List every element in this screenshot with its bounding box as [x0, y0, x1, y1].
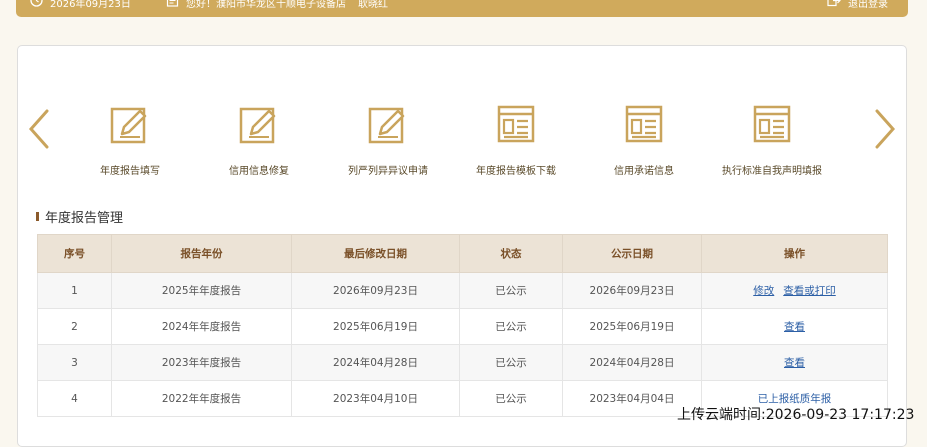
- edit-form-icon: [110, 107, 147, 144]
- column-header: 操作: [701, 234, 888, 273]
- top-bar: 2026年09月23日 您好！濮阳市华龙区千顺电子设备店 耿晓红 退出登录: [16, 0, 908, 17]
- last-modified-date: 2026年09月23日: [291, 272, 460, 309]
- view-link[interactable]: 查看: [784, 321, 805, 333]
- table-row: 2 2024年年度报告 2025年06月19日 已公示 2025年06月19日 …: [37, 308, 888, 345]
- top-bar-date: 2026年09月23日: [30, 0, 131, 10]
- quick-link-label: 年度报告填写: [100, 166, 160, 177]
- section-title-text: 年度报告管理: [45, 211, 124, 226]
- view-print-link[interactable]: 查看或打印: [783, 285, 836, 297]
- publish-date: 2026年09月23日: [562, 272, 702, 309]
- report-year: 2023年年度报告: [111, 344, 292, 381]
- document-icon: [166, 0, 179, 10]
- column-header: 最后修改日期: [291, 234, 460, 273]
- report-year: 2022年年度报告: [111, 380, 292, 417]
- last-modified-date: 2025年06月19日: [291, 308, 460, 345]
- logout-label: 退出登录: [848, 0, 888, 10]
- publish-date: 2024年04月28日: [562, 344, 702, 381]
- quick-link-objection-application[interactable]: 列严列异异议申请: [324, 103, 452, 177]
- last-modified-date: 2024年04月28日: [291, 344, 460, 381]
- carousel-prev-button[interactable]: [23, 106, 53, 152]
- upload-timestamp: 上传云端时间:2026-09-23 17:17:23: [677, 407, 915, 423]
- logout-icon: [827, 0, 841, 10]
- clock-icon: [30, 0, 43, 10]
- current-date: 2026年09月23日: [50, 0, 131, 10]
- status: 已公示: [459, 380, 563, 417]
- top-bar-greeting: 您好！濮阳市华龙区千顺电子设备店 耿晓红: [166, 0, 388, 10]
- table-header-row: 序号 报告年份 最后修改日期 状态 公示日期 操作: [37, 234, 888, 273]
- report-year: 2025年年度报告: [111, 272, 292, 309]
- document-window-icon: [753, 105, 791, 143]
- actions-cell: 查看: [701, 308, 888, 345]
- logout-button[interactable]: 退出登录: [827, 0, 888, 10]
- row-number: 1: [37, 272, 112, 309]
- table-row: 3 2023年年度报告 2024年04月28日 已公示 2024年04月28日 …: [37, 344, 888, 381]
- document-window-icon: [625, 105, 663, 143]
- view-link[interactable]: 查看: [784, 357, 805, 369]
- section-title-marker: [36, 212, 39, 221]
- quick-link-label: 执行标准自我声明填报: [722, 166, 822, 177]
- document-window-icon: [497, 105, 535, 143]
- quick-link-label: 信用信息修复: [229, 166, 289, 177]
- carousel-next-button[interactable]: [871, 106, 901, 152]
- report-year: 2024年年度报告: [111, 308, 292, 345]
- section-title: 年度报告管理: [36, 207, 123, 226]
- chevron-left-icon: [28, 109, 49, 149]
- quick-link-label: 列严列异异议申请: [348, 166, 428, 177]
- edit-form-icon: [368, 107, 405, 144]
- quick-link-credit-commitment[interactable]: 信用承诺信息: [580, 103, 708, 177]
- quick-link-label: 年度报告模板下载: [476, 166, 556, 177]
- quick-link-label: 信用承诺信息: [614, 166, 674, 177]
- annual-report-table: 序号 报告年份 最后修改日期 状态 公示日期 操作 1 2025年年度报告 20…: [37, 234, 888, 417]
- table-row: 1 2025年年度报告 2026年09月23日 已公示 2026年09月23日 …: [37, 272, 888, 309]
- column-header: 序号: [37, 234, 112, 273]
- last-modified-date: 2023年04月10日: [291, 380, 460, 417]
- row-number: 2: [37, 308, 112, 345]
- chevron-right-icon: [875, 109, 896, 149]
- publish-date: 2025年06月19日: [562, 308, 702, 345]
- quick-link-standard-declaration[interactable]: 执行标准自我声明填报: [708, 103, 836, 177]
- main-card: 年度报告填写 信用信息修复 列严列异异议申请 年度报告模板下载 信用承诺信息 执…: [17, 45, 907, 447]
- column-header: 状态: [459, 234, 563, 273]
- account-name: 耿晓红: [358, 0, 388, 10]
- row-number: 4: [37, 380, 112, 417]
- column-header: 公示日期: [562, 234, 702, 273]
- greeting-text: 您好！濮阳市华龙区千顺电子设备店: [186, 0, 346, 10]
- quick-link-annual-report-fill[interactable]: 年度报告填写: [66, 103, 194, 177]
- actions-cell: 修改 查看或打印: [701, 272, 888, 309]
- edit-link[interactable]: 修改: [753, 285, 774, 297]
- quick-link-credit-repair[interactable]: 信用信息修复: [195, 103, 323, 177]
- status: 已公示: [459, 272, 563, 309]
- actions-cell: 查看: [701, 344, 888, 381]
- row-number: 3: [37, 344, 112, 381]
- column-header: 报告年份: [111, 234, 292, 273]
- status: 已公示: [459, 344, 563, 381]
- status: 已公示: [459, 308, 563, 345]
- edit-form-icon: [239, 107, 276, 144]
- quick-link-template-download[interactable]: 年度报告模板下载: [452, 103, 580, 177]
